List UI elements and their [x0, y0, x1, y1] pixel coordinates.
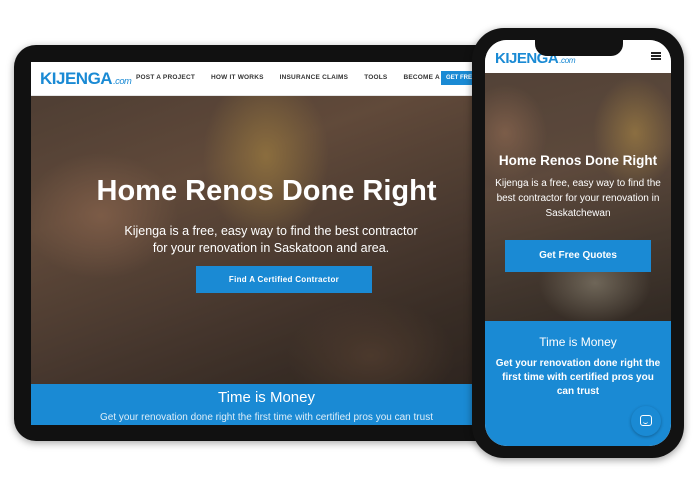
find-contractor-button[interactable]: Find A Certified Contractor	[196, 266, 372, 293]
hamburger-menu-icon[interactable]	[651, 52, 661, 60]
band-title: Time is Money	[539, 335, 617, 349]
chat-icon	[640, 415, 652, 426]
phone-screen: KIJENGA.com Home Renos Done Right Kijeng…	[485, 40, 671, 446]
tablet-device: KIJENGA.com POST A PROJECT HOW IT WORKS …	[14, 45, 519, 441]
phone-hero: Home Renos Done Right Kijenga is a free,…	[485, 73, 671, 321]
band-subtitle: Get your renovation done right the first…	[100, 412, 433, 423]
chat-button[interactable]	[631, 406, 661, 436]
hero-title: Home Renos Done Right	[498, 153, 658, 168]
logo-suffix: .com	[113, 76, 132, 86]
tablet-hero: Home Renos Done Right Kijenga is a free,…	[31, 96, 502, 384]
nav-item-post-a-project[interactable]: POST A PROJECT	[136, 74, 195, 81]
nav-item-tools[interactable]: TOOLS	[364, 74, 387, 81]
logo-suffix: .com	[559, 56, 576, 65]
get-free-quotes-button[interactable]: Get Free Quotes	[505, 240, 651, 272]
band-subtitle: Get your renovation done right the first…	[495, 358, 661, 397]
logo-text: KIJENGA	[40, 69, 113, 88]
hero-subtitle: Kijenga is a free, easy way to find the …	[124, 224, 418, 255]
tablet-screen: KIJENGA.com POST A PROJECT HOW IT WORKS …	[31, 62, 502, 425]
nav-item-insurance-claims[interactable]: INSURANCE CLAIMS	[280, 74, 349, 81]
phone-device: KIJENGA.com Home Renos Done Right Kijeng…	[472, 28, 684, 458]
phone-notch	[535, 40, 623, 56]
tablet-navbar: KIJENGA.com POST A PROJECT HOW IT WORKS …	[31, 62, 502, 96]
hero-title: Home Renos Done Right	[96, 175, 437, 207]
tablet-time-is-money-band: Time is Money Get your renovation done r…	[31, 384, 502, 425]
hero-subtitle: Kijenga is a free, easy way to find the …	[495, 178, 661, 219]
nav-item-how-it-works[interactable]: HOW IT WORKS	[211, 74, 264, 81]
tablet-nav-menu: POST A PROJECT HOW IT WORKS INSURANCE CL…	[136, 74, 456, 81]
tablet-logo[interactable]: KIJENGA.com	[40, 69, 132, 89]
band-title: Time is Money	[218, 389, 315, 406]
